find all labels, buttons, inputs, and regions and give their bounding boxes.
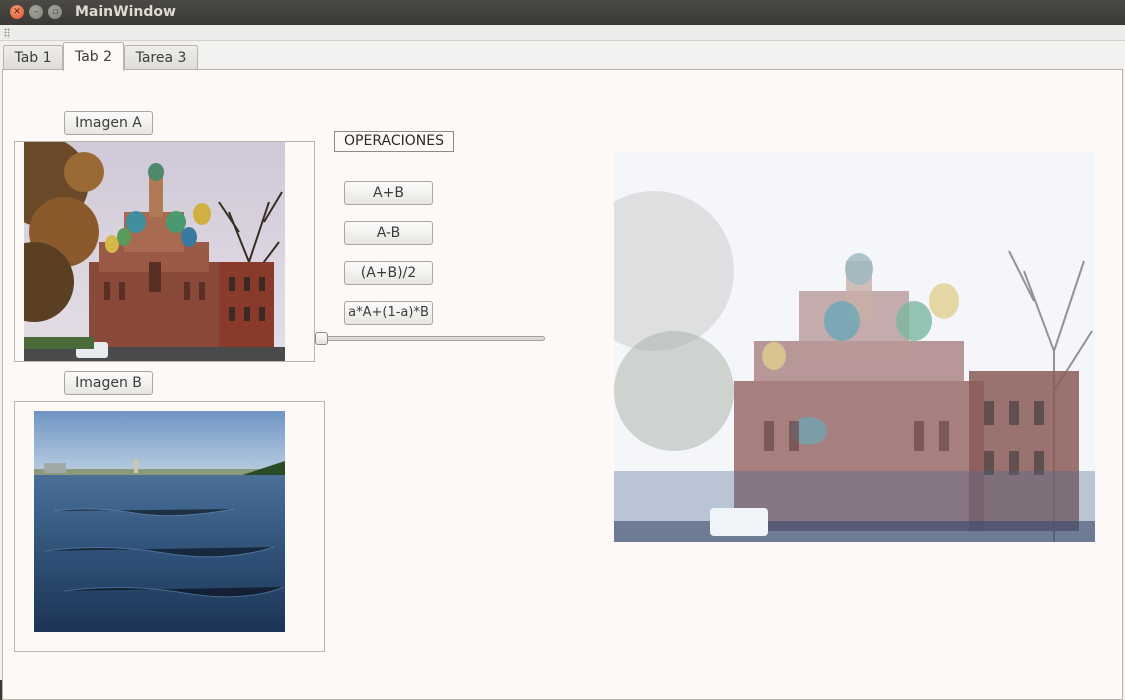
close-icon[interactable]: ✕: [10, 5, 24, 19]
tab-tarea-3[interactable]: Tarea 3: [124, 45, 198, 70]
alpha-slider-track[interactable]: [320, 336, 545, 341]
maximize-icon[interactable]: ▫: [48, 5, 62, 19]
add-button[interactable]: A+B: [344, 181, 433, 205]
blend-button[interactable]: a*A+(1-a)*B: [344, 301, 433, 325]
load-image-a-button[interactable]: Imagen A: [64, 111, 153, 135]
title-bar: ✕ – ▫ MainWindow: [0, 0, 1125, 25]
tab-2[interactable]: Tab 2: [63, 42, 124, 71]
result-image: [614, 151, 1095, 542]
window-edge: [0, 680, 2, 700]
image-a-frame: [14, 141, 315, 362]
image-b-frame: [14, 401, 325, 652]
window-title: MainWindow: [75, 4, 176, 20]
toolbar-strip: [0, 25, 1125, 41]
alpha-slider-handle[interactable]: [315, 332, 328, 345]
subtract-button[interactable]: A-B: [344, 221, 433, 245]
image-b-river: [34, 411, 285, 632]
minimize-icon[interactable]: –: [29, 5, 43, 19]
tab-1[interactable]: Tab 1: [3, 45, 63, 70]
tab-bar: Tab 1 Tab 2 Tarea 3: [0, 41, 1125, 71]
operations-title: OPERACIONES: [334, 131, 454, 152]
load-image-b-button[interactable]: Imagen B: [64, 371, 153, 395]
average-button[interactable]: (A+B)/2: [344, 261, 433, 285]
result-image-blend: [614, 151, 1095, 542]
image-a-cathedral: [24, 142, 285, 361]
toolbar-grip-icon[interactable]: [4, 28, 10, 38]
